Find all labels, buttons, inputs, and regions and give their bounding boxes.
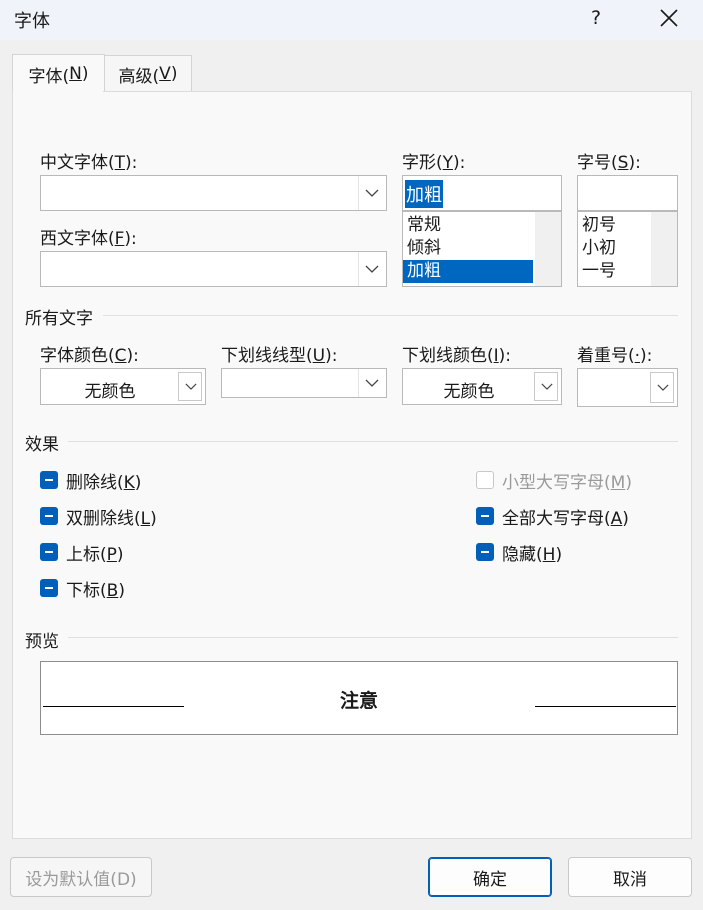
checkbox-empty-icon — [476, 471, 494, 489]
double-strikethrough-label: 双删除线(L) — [66, 508, 157, 529]
font-size-label: 字号(S): — [577, 153, 641, 173]
small-caps-label: 小型大写字母(M) — [502, 472, 632, 493]
strikethrough-checkbox[interactable]: 删除线(K) — [40, 469, 142, 493]
font-size-input[interactable] — [577, 175, 678, 211]
tab-font[interactable]: 字体(N) — [12, 54, 105, 93]
subscript-checkbox[interactable]: 下标(B) — [40, 577, 125, 601]
tab-font-accel: N — [69, 64, 82, 84]
preview-box: 注意 — [40, 661, 678, 735]
section-divider — [68, 637, 678, 638]
superscript-checkbox[interactable]: 上标(P) — [40, 541, 124, 565]
tab-font-label: 字体( — [28, 66, 70, 87]
tab-font-suffix: ) — [81, 64, 89, 84]
list-item[interactable]: 常规 — [403, 214, 533, 237]
font-style-value: 加粗 — [405, 180, 443, 208]
section-divider — [68, 441, 678, 442]
emphasis-mark-label: 着重号(·): — [577, 346, 653, 366]
underline-color-combo[interactable]: 无颜色 — [402, 368, 562, 405]
underline-style-combo[interactable] — [221, 368, 387, 398]
list-item[interactable]: 倾斜 — [403, 237, 533, 260]
emphasis-mark-combo[interactable] — [577, 368, 678, 407]
font-color-value: 无颜色 — [84, 382, 136, 402]
close-button[interactable] — [655, 4, 683, 32]
preview-sample-text: 注意 — [339, 690, 378, 712]
chevron-down-icon[interactable] — [358, 369, 386, 397]
strikethrough-label: 删除线(K) — [66, 472, 142, 493]
superscript-label: 上标(P) — [66, 544, 124, 565]
chinese-font-label: 中文字体(T): — [40, 153, 138, 173]
tab-advanced-suffix: ) — [170, 64, 178, 84]
font-style-input[interactable]: 加粗 — [402, 175, 562, 211]
subscript-label: 下标(B) — [66, 580, 125, 601]
ok-button[interactable]: 确定 — [428, 857, 552, 897]
underline-style-label: 下划线线型(U): — [221, 346, 338, 366]
hidden-label: 隐藏(H) — [502, 544, 563, 565]
tab-advanced-label: 高级( — [118, 66, 160, 87]
chevron-down-icon[interactable] — [650, 372, 674, 403]
checkbox-indeterminate-icon[interactable] — [476, 543, 494, 561]
preview-heading: 预览 — [25, 632, 59, 652]
chevron-down-icon[interactable] — [534, 372, 558, 401]
font-color-combo[interactable]: 无颜色 — [40, 368, 206, 405]
font-color-label: 字体颜色(C): — [40, 346, 139, 366]
close-icon — [660, 9, 678, 27]
small-caps-checkbox: 小型大写字母(M) — [476, 469, 632, 493]
font-style-label: 字形(Y): — [402, 153, 466, 173]
all-text-heading: 所有文字 — [25, 309, 93, 329]
effects-heading: 效果 — [25, 435, 59, 455]
checkbox-indeterminate-icon[interactable] — [40, 579, 58, 597]
chevron-down-icon[interactable] — [358, 252, 386, 286]
checkbox-indeterminate-icon[interactable] — [40, 543, 58, 561]
font-size-scrollbar[interactable] — [651, 212, 677, 286]
underline-color-value: 无颜色 — [443, 382, 495, 402]
list-item-selected[interactable]: 加粗 — [403, 260, 533, 283]
western-font-combo[interactable] — [40, 251, 387, 287]
underline-color-label: 下划线颜色(I): — [402, 346, 512, 366]
western-font-label: 西文字体(F): — [40, 229, 137, 249]
set-default-button[interactable]: 设为默认值(D) — [10, 857, 152, 897]
double-strikethrough-checkbox[interactable]: 双删除线(L) — [40, 505, 157, 529]
checkbox-indeterminate-icon[interactable] — [40, 471, 58, 489]
all-caps-label: 全部大写字母(A) — [502, 508, 629, 529]
font-size-list[interactable]: 初号 小初 一号 — [577, 211, 678, 287]
all-caps-checkbox[interactable]: 全部大写字母(A) — [476, 505, 629, 529]
tab-advanced-accel: V — [159, 64, 171, 84]
font-style-list[interactable]: 常规 倾斜 加粗 — [402, 211, 562, 287]
section-divider — [103, 315, 678, 316]
help-button[interactable]: ? — [591, 7, 601, 29]
checkbox-indeterminate-icon[interactable] — [40, 507, 58, 525]
tab-join — [13, 91, 103, 93]
checkbox-indeterminate-icon[interactable] — [476, 507, 494, 525]
chinese-font-combo[interactable] — [40, 175, 387, 211]
hidden-checkbox[interactable]: 隐藏(H) — [476, 541, 563, 565]
tab-advanced[interactable]: 高级(V) — [104, 55, 192, 92]
dialog-title: 字体 — [14, 11, 50, 32]
font-style-scrollbar[interactable] — [535, 212, 561, 286]
chevron-down-icon[interactable] — [358, 176, 386, 210]
chevron-down-icon[interactable] — [178, 372, 202, 401]
cancel-button[interactable]: 取消 — [568, 857, 692, 897]
